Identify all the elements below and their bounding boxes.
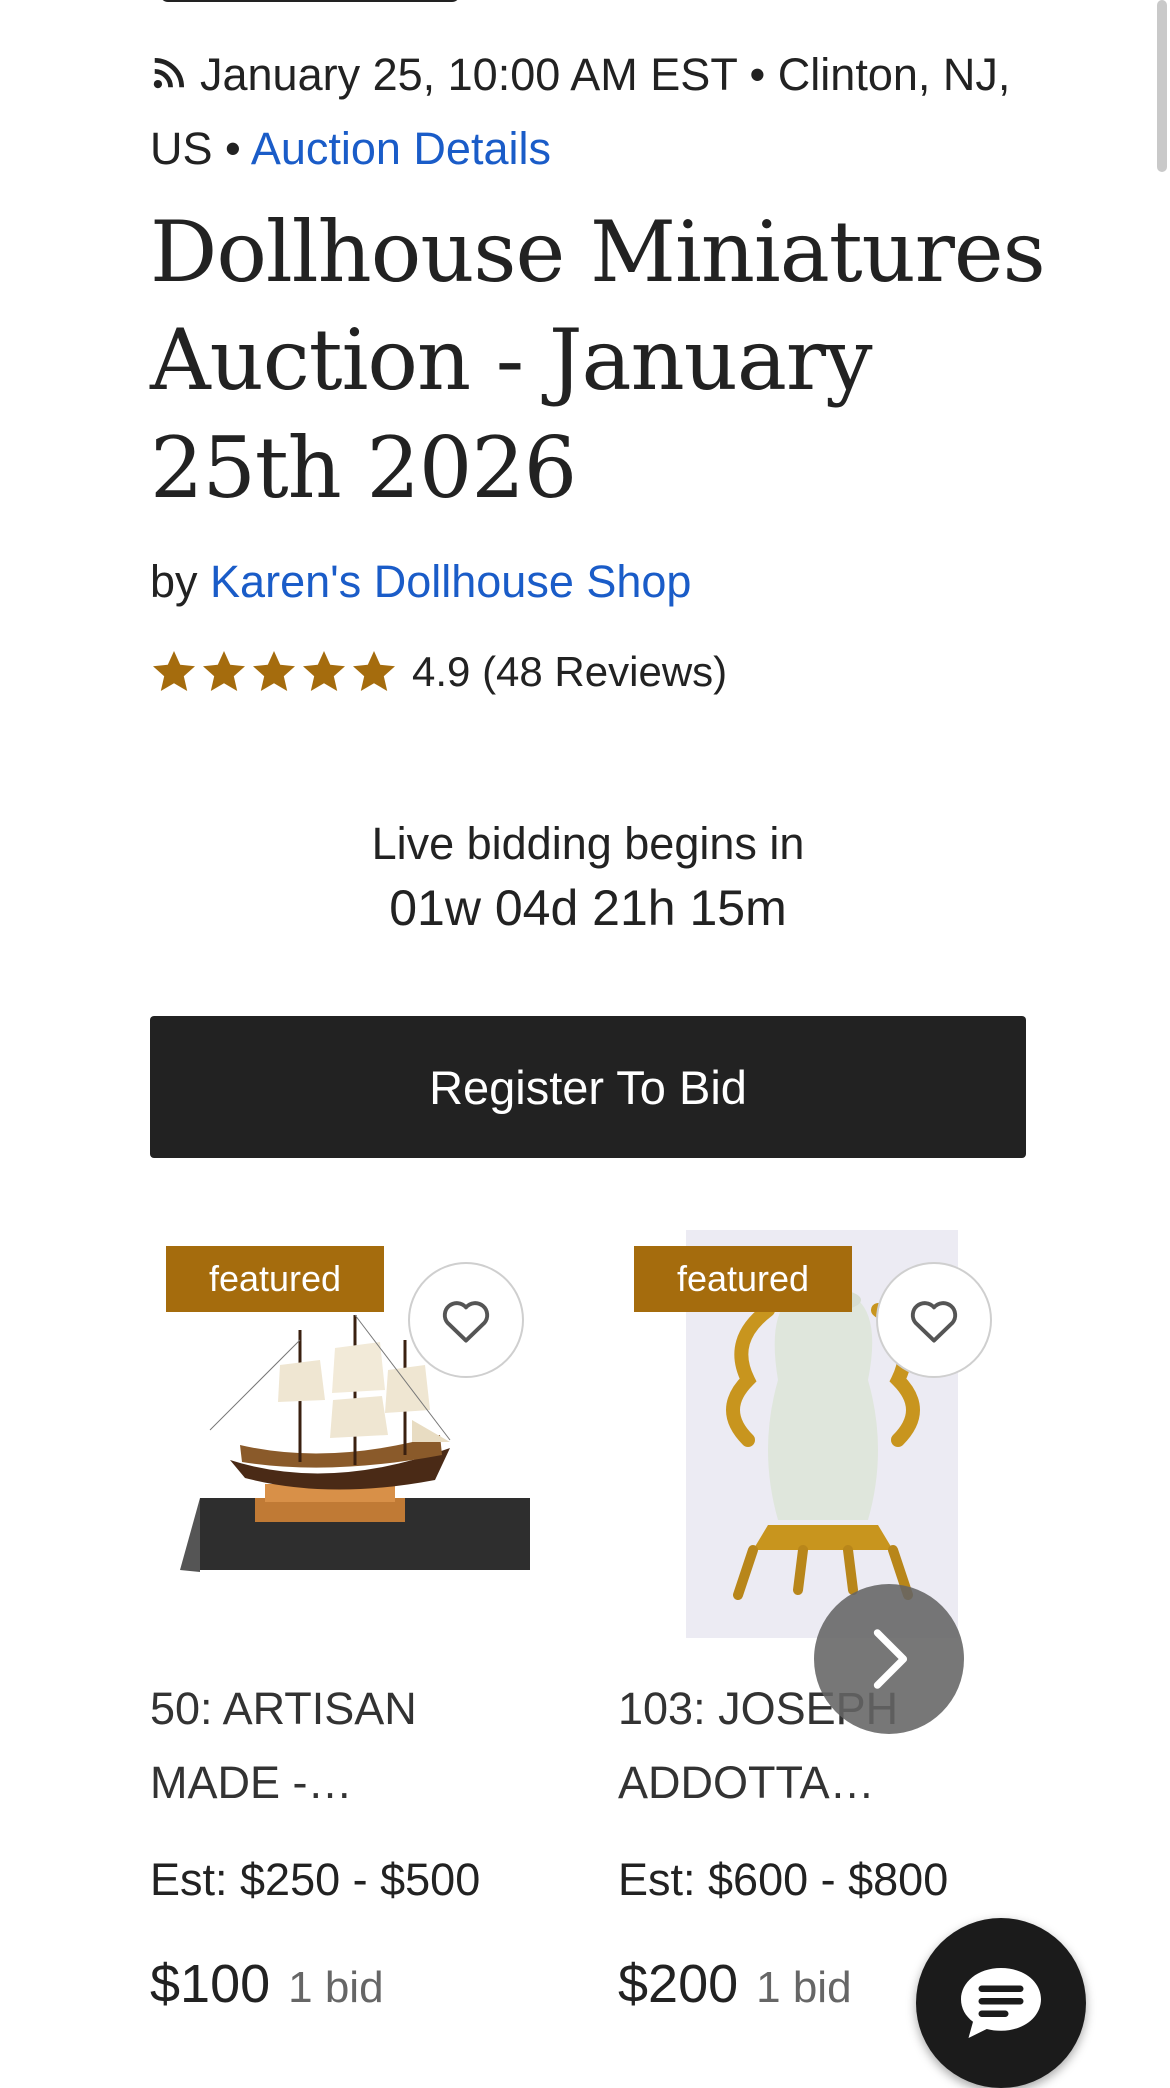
lot-image[interactable]: featured bbox=[150, 1230, 550, 1640]
favorite-button[interactable] bbox=[876, 1262, 992, 1378]
review-count: (48 Reviews) bbox=[482, 648, 728, 695]
byline: by Karen's Dollhouse Shop bbox=[150, 552, 691, 612]
carousel-next-button[interactable] bbox=[814, 1584, 964, 1734]
countdown: Live bidding begins in 01w 04d 21h 15m bbox=[150, 812, 1026, 940]
scrollbar[interactable] bbox=[1157, 0, 1167, 172]
heart-icon bbox=[442, 1301, 490, 1343]
lot-price-row: $200 1 bid bbox=[618, 1952, 852, 2020]
star-icon bbox=[303, 651, 345, 691]
rss-icon bbox=[153, 57, 185, 89]
top-handle bbox=[160, 0, 460, 2]
auction-title: Dollhouse Miniatures Auction - January 2… bbox=[150, 203, 1046, 517]
heart-icon bbox=[910, 1301, 958, 1343]
star-icon bbox=[203, 651, 245, 691]
countdown-timer: 01w 04d 21h 15m bbox=[389, 880, 787, 936]
separator: • bbox=[225, 123, 241, 174]
bid-count: 1 bid bbox=[288, 1963, 384, 2012]
featured-badge: featured bbox=[634, 1246, 852, 1312]
star-icon bbox=[353, 651, 395, 691]
lot-card[interactable]: featured 50: ARTISAN MADE -… Est: $250 -… bbox=[150, 1230, 550, 2030]
by-prefix: by bbox=[150, 556, 198, 607]
seller-link[interactable]: Karen's Dollhouse Shop bbox=[210, 556, 691, 607]
lot-estimate: Est: $250 - $500 bbox=[150, 1854, 481, 1905]
register-to-bid-button[interactable]: Register To Bid bbox=[150, 1016, 1026, 1158]
lot-title[interactable]: 50: ARTISAN MADE -… bbox=[150, 1672, 530, 1820]
chat-button[interactable] bbox=[916, 1918, 1086, 2088]
seller-rating[interactable]: 4.9 (48 Reviews) bbox=[150, 644, 727, 700]
auction-details-link[interactable]: Auction Details bbox=[251, 123, 551, 174]
featured-badge: featured bbox=[166, 1246, 384, 1312]
countdown-label: Live bidding begins in bbox=[371, 818, 805, 869]
star-rating bbox=[150, 648, 398, 696]
chat-icon bbox=[961, 1968, 1041, 2038]
current-bid: $200 bbox=[618, 1954, 739, 2014]
lot-price-row: $100 1 bid bbox=[150, 1952, 384, 2020]
chevron-right-icon bbox=[873, 1629, 908, 1689]
auction-date: January 25, 10:00 AM EST bbox=[200, 49, 737, 100]
star-icon bbox=[253, 651, 295, 691]
separator: • bbox=[749, 49, 766, 100]
bid-count: 1 bid bbox=[756, 1963, 852, 2012]
favorite-button[interactable] bbox=[408, 1262, 524, 1378]
lot-image[interactable]: featured bbox=[618, 1230, 1018, 1640]
auction-meta: January 25, 10:00 AM EST • Clinton, NJ, … bbox=[150, 38, 1050, 186]
current-bid: $100 bbox=[150, 1954, 271, 2014]
rating-value: 4.9 bbox=[412, 648, 471, 695]
star-icon bbox=[153, 651, 195, 691]
lot-estimate: Est: $600 - $800 bbox=[618, 1854, 949, 1905]
